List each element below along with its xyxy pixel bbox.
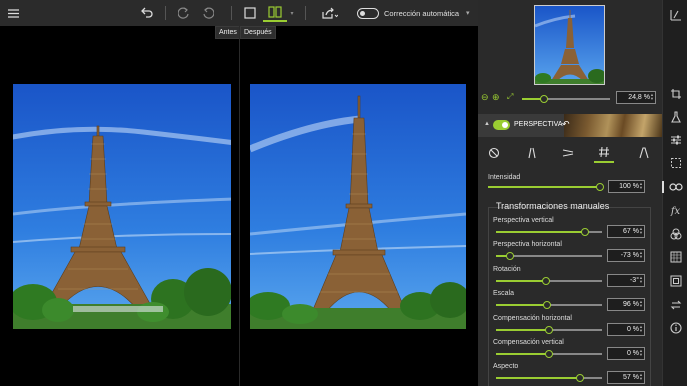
param-slider-fill [496, 377, 580, 380]
intensity-slider-knob[interactable] [596, 183, 604, 191]
zoom-value-field[interactable]: 24,8 % ▲ ▼ [616, 91, 656, 104]
grid-hash-icon[interactable] [594, 143, 614, 163]
tooltip-after: Después [240, 26, 276, 39]
navigator-thumbnail[interactable] [534, 5, 605, 85]
param-value: -3° [629, 276, 639, 284]
compare-swap-icon[interactable] [668, 298, 683, 312]
after-photo [250, 84, 466, 329]
param-value: 0 % [626, 350, 639, 357]
perspective-header[interactable]: ▲ PERSPECTIVA ↶ [478, 114, 662, 137]
param-spinner-icon[interactable]: ▲ ▼ [639, 251, 643, 259]
param-slider-fill [496, 231, 585, 233]
horizontal-perspective-icon[interactable] [558, 143, 578, 163]
manual-transforms-title: Transformaciones manuales [496, 201, 610, 211]
param-slider-fill [496, 279, 546, 282]
menu-icon[interactable] [4, 4, 22, 22]
param-value-field[interactable]: 96 % ▲ ▼ [607, 298, 645, 312]
effects-fx-icon[interactable]: fx [668, 204, 683, 218]
param-slider-fill [496, 328, 549, 331]
param-slider-fill [496, 304, 547, 307]
param-spinner-icon[interactable]: ▲ ▼ [639, 349, 643, 357]
auto-correction-chevron-icon[interactable]: ▾ [466, 9, 470, 17]
param-value-field[interactable]: -73 % ▲ ▼ [607, 249, 645, 263]
param-value: 67 % [623, 228, 639, 235]
param-spinner-icon[interactable]: ▲ ▼ [639, 324, 643, 333]
share-export-icon[interactable] [318, 4, 342, 22]
param-label: Aspecto [493, 363, 519, 371]
zoom-fit-icon[interactable]: ⤢ [507, 92, 513, 102]
perspective-tool-icon[interactable] [662, 180, 683, 194]
crop-icon[interactable] [668, 87, 683, 101]
intensity-label: Intensidad [488, 174, 521, 181]
param-slider-knob[interactable] [542, 276, 550, 285]
param-label: Escala [493, 290, 515, 298]
right-panel: ⊖ ⊕ ⤢ 24,8 % ▲ ▼ ▲ PERSPECTIVA ↶ Intensi… [478, 0, 662, 386]
param-label: Compensación horizontal [493, 314, 572, 322]
top-toolbar: ▾ Corrección automática ▾ [0, 0, 478, 26]
circle-slash-icon[interactable] [484, 143, 504, 163]
param-value-field[interactable]: 67 % ▲ ▼ [607, 225, 645, 238]
flask-icon[interactable] [668, 110, 683, 124]
zoom-slider-knob[interactable] [540, 95, 548, 103]
intensity-spinner-icon[interactable]: ▲ ▼ [639, 182, 643, 190]
tooltip-before: Antes [215, 26, 241, 39]
param-value: 0 % [626, 325, 639, 333]
perspective-label: PERSPECTIVA [514, 121, 563, 128]
perspective-preview-image [564, 114, 662, 137]
tool-strip: fx [662, 0, 687, 386]
split-view-icon[interactable] [263, 4, 287, 22]
perspective-tabs [478, 140, 662, 166]
before-photo [13, 84, 231, 329]
grain-pattern-icon[interactable] [668, 250, 683, 264]
perspective-reset-icon[interactable]: ↶ [562, 119, 570, 130]
param-spinner-icon[interactable]: ▲ ▼ [639, 373, 643, 381]
param-slider-knob[interactable] [545, 350, 553, 358]
auto-correction-toggle[interactable] [357, 8, 379, 19]
param-slider-knob[interactable] [581, 228, 589, 236]
sliders-icon[interactable] [668, 133, 683, 147]
trapezoid-icon[interactable] [634, 143, 654, 163]
param-value: 96 % [623, 301, 639, 309]
param-value-field[interactable]: 0 % ▲ ▼ [607, 347, 645, 360]
split-divider[interactable] [239, 26, 240, 386]
param-label: Compensación vertical [493, 339, 564, 346]
intensity-slider-fill [488, 186, 600, 188]
param-value-field[interactable]: -3° ▲ ▼ [607, 273, 645, 287]
zoom-row: ⊖ ⊕ ⤢ 24,8 % ▲ ▼ [478, 89, 662, 107]
perspective-enable-toggle[interactable] [493, 120, 510, 130]
vertical-perspective-icon[interactable] [522, 143, 542, 163]
view-dropdown-icon[interactable]: ▾ [288, 4, 296, 22]
param-spinner-icon[interactable]: ▲ ▼ [639, 275, 643, 284]
param-value-field[interactable]: 57 % ▲ ▼ [607, 371, 645, 385]
param-slider-fill [496, 353, 549, 355]
param-spinner-icon[interactable]: ▲ ▼ [639, 227, 643, 235]
undo-icon[interactable] [138, 4, 156, 22]
rotate-right-icon[interactable] [199, 4, 217, 22]
param-value-field[interactable]: 0 % ▲ ▼ [607, 322, 645, 336]
color-circles-icon[interactable] [668, 227, 683, 241]
intensity-value: 100 % [619, 183, 639, 190]
auto-correction-label: Corrección automática [384, 9, 460, 18]
collapse-triangle-icon[interactable]: ▲ [484, 121, 490, 127]
histogram-icon[interactable] [668, 8, 683, 22]
info-icon[interactable] [668, 321, 683, 335]
zoom-spinner-icon[interactable]: ▲ ▼ [650, 93, 654, 101]
intensity-value-field[interactable]: 100 % ▲ ▼ [608, 180, 645, 193]
param-value: -73 % [620, 252, 639, 260]
param-label: Rotación [493, 265, 521, 273]
param-value: 57 % [623, 374, 639, 382]
param-spinner-icon[interactable]: ▲ ▼ [639, 300, 643, 308]
param-slider-knob[interactable] [545, 325, 553, 334]
zoom-out-icon[interactable]: ⊖ [481, 92, 489, 103]
zoom-value: 24,8 % [628, 94, 650, 101]
selection-icon[interactable] [668, 156, 683, 170]
zoom-in-icon[interactable]: ⊕ [492, 92, 500, 103]
single-view-icon[interactable] [240, 4, 260, 22]
param-label: Perspectiva horizontal [493, 241, 562, 249]
frame-icon[interactable] [668, 274, 683, 288]
param-label: Perspectiva vertical [493, 217, 554, 224]
rotate-left-icon[interactable] [175, 4, 193, 22]
